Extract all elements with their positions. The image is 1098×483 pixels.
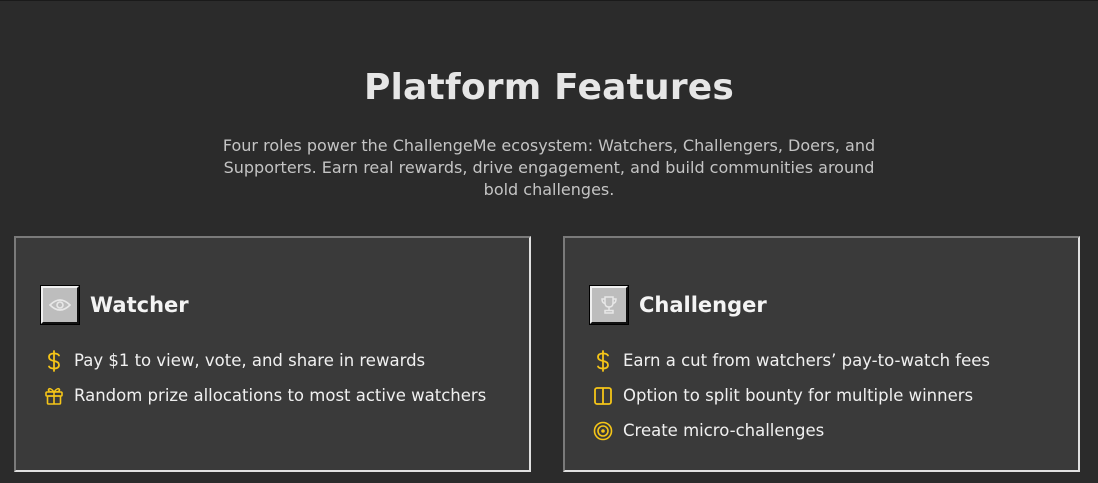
eye-icon	[40, 285, 80, 325]
feature-text: Pay $1 to view, vote, and share in rewar…	[74, 351, 426, 370]
section-subtitle: Four roles power the ChallengeMe ecosyst…	[222, 136, 876, 199]
feature-text: Earn a cut from watchers’ pay-to-watch f…	[623, 351, 990, 370]
target-icon	[592, 420, 614, 442]
list-item: Option to split bounty for multiple winn…	[592, 378, 990, 413]
dollar-icon	[592, 349, 614, 372]
watcher-card: Watcher Pay $1 to view, vote, and share …	[14, 236, 531, 472]
challenger-card-header: Challenger	[589, 285, 767, 325]
list-item: Random prize allocations to most active …	[43, 378, 486, 413]
feature-text: Option to split bounty for multiple winn…	[623, 386, 974, 405]
challenger-feature-list: Earn a cut from watchers’ pay-to-watch f…	[592, 343, 990, 448]
list-item: Pay $1 to view, vote, and share in rewar…	[43, 343, 486, 378]
trophy-icon	[589, 285, 629, 325]
feature-text: Create micro-challenges	[623, 421, 825, 440]
challenger-card: Challenger Earn a cut from watchers’ pay…	[563, 236, 1080, 472]
gift-icon	[43, 385, 65, 407]
section-title: Platform Features	[363, 67, 735, 108]
split-icon	[592, 385, 614, 407]
watcher-card-header: Watcher	[40, 285, 189, 325]
list-item: Create micro-challenges	[592, 413, 990, 448]
watcher-title: Watcher	[90, 293, 189, 317]
challenger-title: Challenger	[639, 293, 767, 317]
list-item: Earn a cut from watchers’ pay-to-watch f…	[592, 343, 990, 378]
feature-text: Random prize allocations to most active …	[74, 386, 487, 405]
dollar-icon	[43, 349, 65, 372]
watcher-feature-list: Pay $1 to view, vote, and share in rewar…	[43, 343, 486, 413]
